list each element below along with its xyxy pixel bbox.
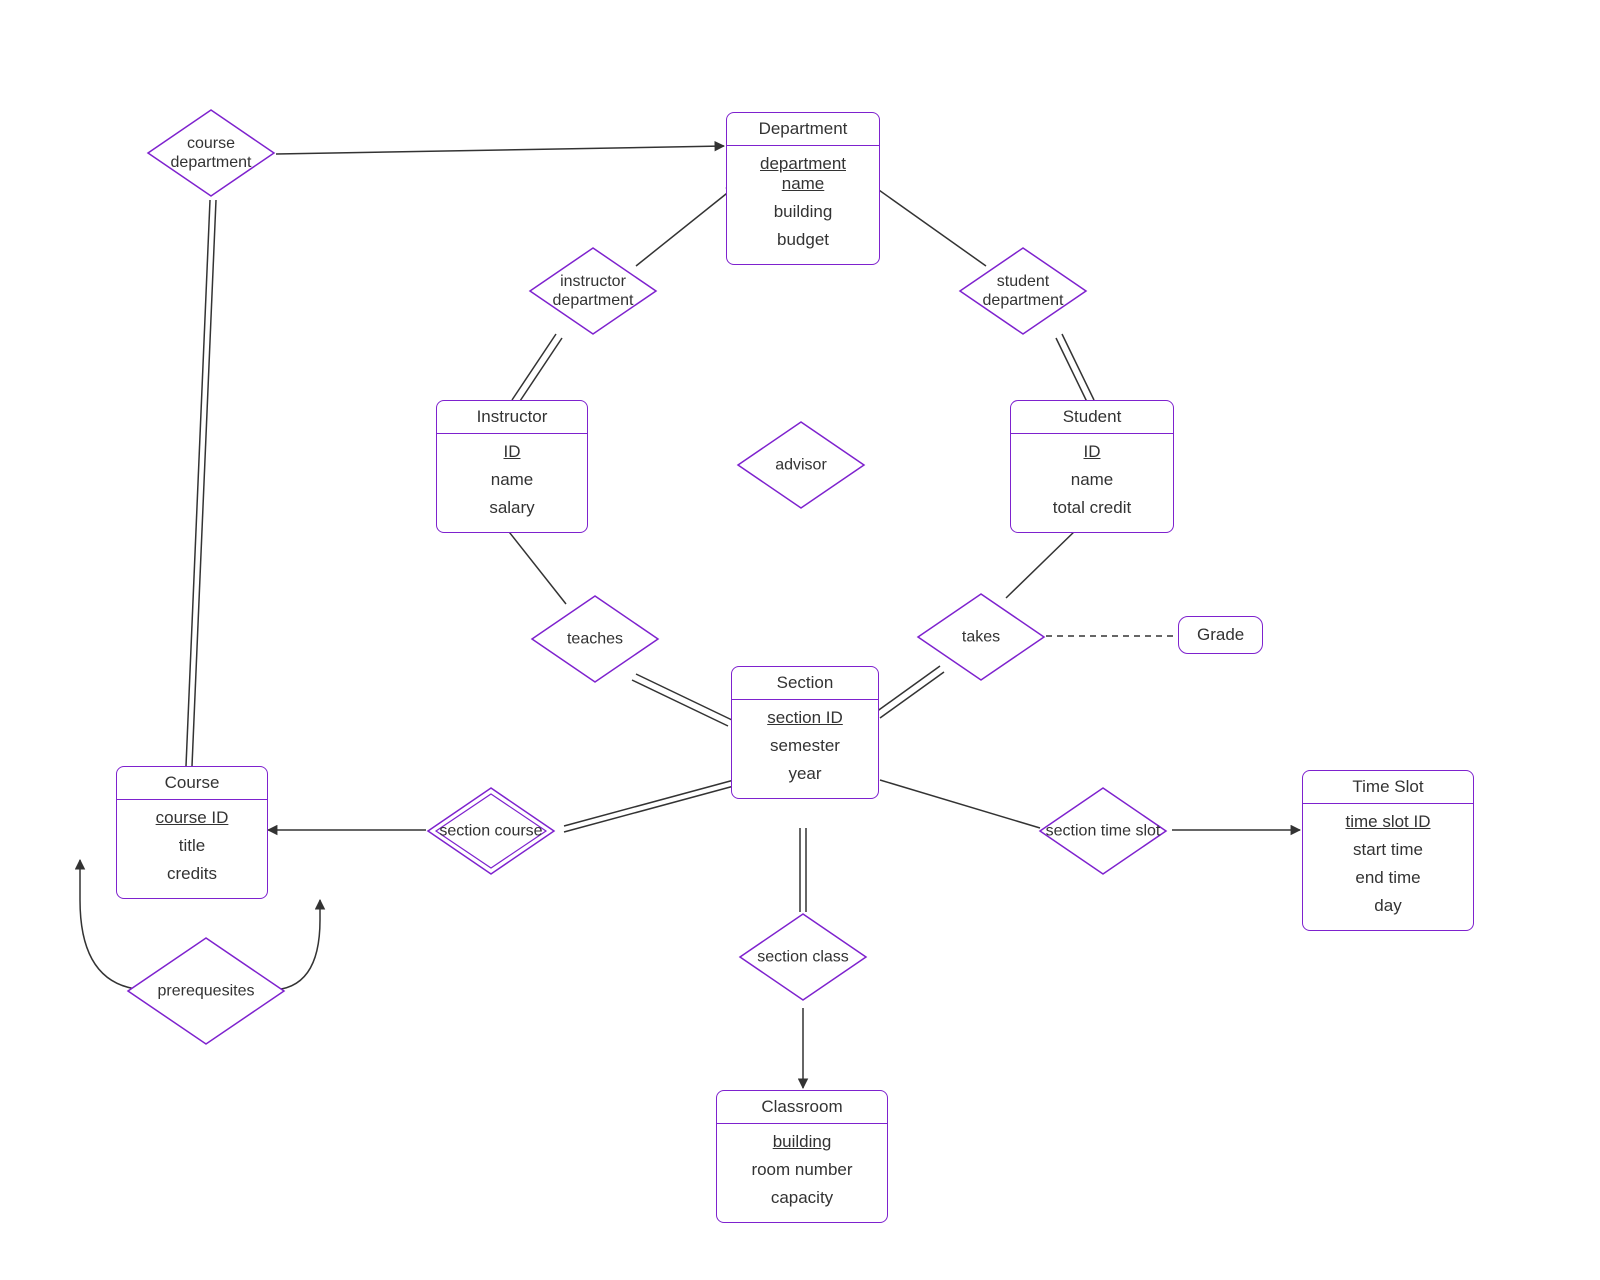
entity-classroom: Classroom building room number capacity <box>716 1090 888 1223</box>
entity-instructor: Instructor ID name salary <box>436 400 588 533</box>
attr-grade: Grade <box>1178 616 1263 654</box>
entity-timeslot: Time Slot time slot ID start time end ti… <box>1302 770 1474 931</box>
entity-title: Department <box>727 113 879 146</box>
entity-section: Section section ID semester year <box>731 666 879 799</box>
entity-student: Student ID name total credit <box>1010 400 1174 533</box>
entity-department: Department department name building budg… <box>726 112 880 265</box>
entity-course: Course course ID title credits <box>116 766 268 899</box>
